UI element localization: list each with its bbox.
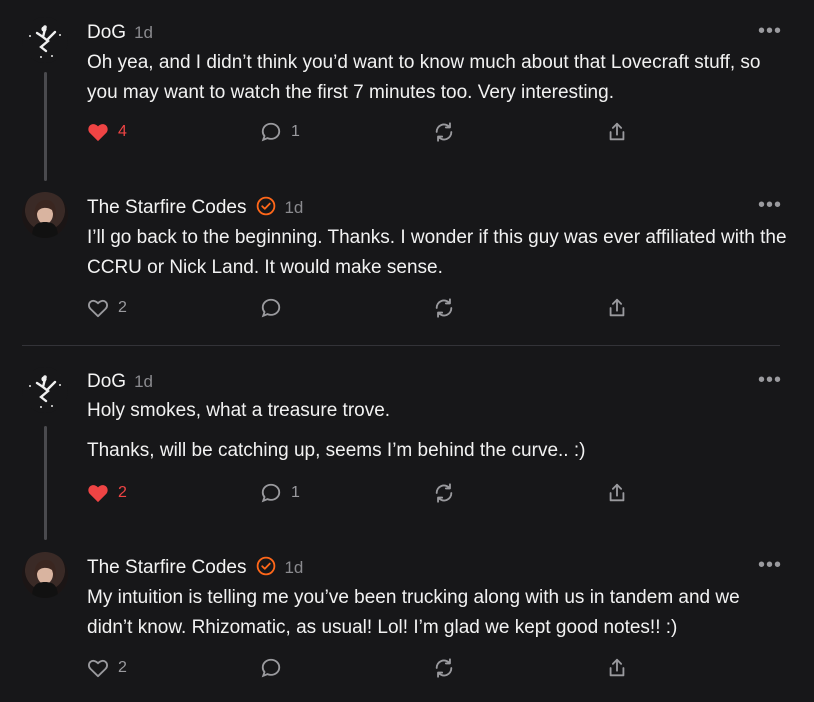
share-button[interactable] — [606, 296, 628, 320]
author-name[interactable]: DoG — [87, 371, 126, 392]
like-count: 2 — [118, 484, 127, 501]
comment-body: I’ll go back to the beginning. Thanks. I… — [87, 223, 787, 283]
heart-icon — [88, 124, 108, 142]
restack-button[interactable] — [433, 656, 455, 680]
thread-line — [44, 426, 47, 540]
avatar[interactable] — [22, 17, 68, 63]
reply-button[interactable] — [260, 296, 291, 320]
reply-count: 1 — [291, 484, 300, 501]
more-options-icon[interactable]: ••• — [758, 195, 782, 215]
verified-badge-icon — [256, 196, 276, 222]
verified-badge-icon — [256, 556, 276, 582]
comment-text: I’ll go back to the beginning. Thanks. I… — [87, 227, 787, 278]
restack-icon — [435, 298, 453, 318]
share-icon — [609, 658, 625, 677]
timestamp[interactable]: 1d — [134, 372, 153, 391]
more-options-icon[interactable]: ••• — [758, 370, 782, 390]
comment-header: The Starfire Codes 1d — [87, 196, 303, 222]
comment-body: My intuition is telling me you’ve been t… — [87, 583, 787, 643]
timestamp[interactable]: 1d — [284, 198, 303, 217]
comment-bubble-icon — [261, 658, 281, 678]
author-name[interactable]: The Starfire Codes — [87, 557, 246, 578]
like-button[interactable]: 2 — [87, 656, 127, 680]
like-count: 2 — [118, 299, 127, 316]
heart-icon — [88, 485, 108, 503]
share-button[interactable] — [606, 120, 628, 144]
comment-body: Holy smokes, what a treasure trove. Than… — [87, 396, 787, 466]
like-button[interactable]: 4 — [87, 120, 127, 144]
profile-photo-icon — [32, 560, 58, 598]
profile-photo-icon — [32, 200, 58, 238]
reply-count: 1 — [291, 123, 300, 140]
dancer-avatar-icon — [29, 25, 61, 58]
more-options-icon[interactable]: ••• — [758, 555, 782, 575]
comment-actions: 4 1 — [87, 120, 647, 144]
reply-button[interactable]: 1 — [260, 120, 300, 144]
avatar[interactable] — [22, 367, 68, 413]
comment-text: Oh yea, and I didn’t think you’d want to… — [87, 52, 761, 103]
reply-button[interactable]: 1 — [260, 481, 300, 505]
share-button[interactable] — [606, 481, 628, 505]
restack-button[interactable] — [433, 120, 455, 144]
comment-bubble-icon — [261, 483, 281, 503]
share-button[interactable] — [606, 656, 628, 680]
more-options-icon[interactable]: ••• — [758, 21, 782, 41]
comment-header: DoG 1d — [87, 22, 153, 44]
comment-bubble-icon — [261, 122, 281, 142]
like-button[interactable]: 2 — [87, 296, 127, 320]
author-name[interactable]: DoG — [87, 22, 126, 43]
share-icon — [609, 298, 625, 317]
restack-icon — [435, 658, 453, 678]
comment-header: The Starfire Codes 1d — [87, 556, 303, 582]
restack-button[interactable] — [433, 296, 455, 320]
timestamp[interactable]: 1d — [284, 558, 303, 577]
comment-header: DoG 1d — [87, 371, 153, 393]
timestamp[interactable]: 1d — [134, 23, 153, 42]
comment-text: Holy smokes, what a treasure trove. — [87, 400, 391, 421]
comment-text: Thanks, will be catching up, seems I’m b… — [87, 440, 586, 461]
share-icon — [609, 483, 625, 502]
author-name[interactable]: The Starfire Codes — [87, 197, 246, 218]
comment-actions: 2 — [87, 296, 647, 320]
comment-text: My intuition is telling me you’ve been t… — [87, 587, 740, 638]
avatar[interactable] — [22, 552, 68, 598]
heart-icon — [88, 659, 108, 678]
reply-button[interactable] — [260, 656, 291, 680]
like-button[interactable]: 2 — [87, 481, 127, 505]
comment-actions: 2 1 — [87, 481, 647, 505]
comment-bubble-icon — [261, 298, 281, 318]
comment-actions: 2 — [87, 656, 647, 680]
restack-icon — [435, 122, 453, 142]
restack-button[interactable] — [433, 481, 455, 505]
restack-icon — [435, 483, 453, 503]
like-count: 4 — [118, 123, 127, 140]
dancer-avatar-icon — [29, 375, 61, 408]
thread-line — [44, 72, 47, 181]
avatar[interactable] — [22, 192, 68, 238]
heart-icon — [88, 299, 108, 318]
share-icon — [609, 122, 625, 141]
comment-body: Oh yea, and I didn’t think you’d want to… — [87, 48, 787, 108]
thread-divider — [22, 345, 780, 346]
like-count: 2 — [118, 659, 127, 676]
